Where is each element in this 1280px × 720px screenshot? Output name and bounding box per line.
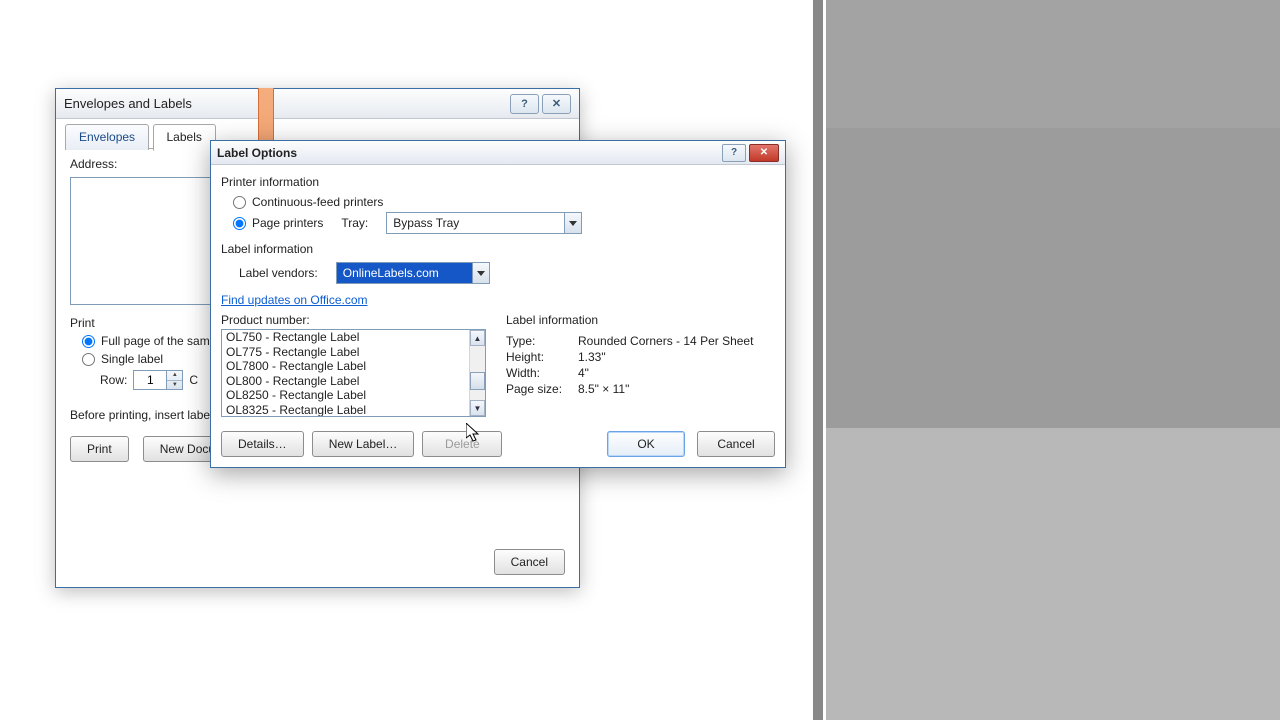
new-label-button[interactable]: New Label… — [312, 431, 415, 457]
radio-continuous-input[interactable] — [233, 196, 246, 209]
cancel-button[interactable]: Cancel — [494, 549, 565, 575]
width-label: Width: — [506, 365, 578, 381]
spin-down-icon[interactable]: ▼ — [167, 381, 182, 390]
tray-value: Bypass Tray — [387, 213, 564, 233]
help-button[interactable]: ? — [510, 94, 539, 114]
radio-continuous-feed[interactable]: Continuous-feed printers — [233, 195, 775, 209]
label-options-dialog: Label Options ? ✕ Printer information Co… — [210, 140, 786, 468]
label-detail-header: Label information — [506, 313, 775, 327]
list-item[interactable]: OL750 - Rectangle Label — [222, 330, 469, 345]
help-button[interactable]: ? — [722, 144, 746, 162]
pagesize-value: 8.5" × 11" — [578, 381, 753, 397]
height-value: 1.33" — [578, 349, 753, 365]
list-item[interactable]: OL8250 - Rectangle Label — [222, 388, 469, 403]
cancel-button[interactable]: Cancel — [697, 431, 775, 457]
dialog-title: Envelopes and Labels — [64, 96, 192, 111]
tray-label: Tray: — [341, 216, 368, 230]
details-button[interactable]: Details… — [221, 431, 304, 457]
close-button[interactable]: ✕ — [542, 94, 571, 114]
vendors-label: Label vendors: — [239, 266, 318, 280]
label-info-label: Label information — [221, 242, 775, 256]
radio-single-label-input[interactable] — [82, 353, 95, 366]
list-item[interactable]: OL800 - Rectangle Label — [222, 374, 469, 389]
scroll-up-icon[interactable]: ▲ — [470, 330, 485, 346]
tray-select[interactable]: Bypass Tray — [386, 212, 582, 234]
dialog-titlebar[interactable]: Label Options ? ✕ — [211, 141, 785, 165]
pagesize-label: Page size: — [506, 381, 578, 397]
product-number-label: Product number: — [221, 313, 486, 327]
vendors-select[interactable]: OnlineLabels.com — [336, 262, 490, 284]
chevron-down-icon[interactable] — [472, 263, 489, 283]
delete-button: Delete — [422, 431, 502, 457]
product-list[interactable]: OL750 - Rectangle Label OL775 - Rectangl… — [221, 329, 486, 417]
type-label: Type: — [506, 333, 578, 349]
dialog-title: Label Options — [217, 146, 297, 160]
row-spinner[interactable]: ▲▼ — [133, 370, 183, 390]
radio-full-page-input[interactable] — [82, 335, 95, 348]
list-item[interactable]: OL7800 - Rectangle Label — [222, 359, 469, 374]
scroll-down-icon[interactable]: ▼ — [470, 400, 485, 416]
print-button[interactable]: Print — [70, 436, 129, 462]
ok-button[interactable]: OK — [607, 431, 685, 457]
spin-up-icon[interactable]: ▲ — [167, 371, 182, 381]
radio-page-printers-input[interactable] — [233, 217, 246, 230]
close-button[interactable]: ✕ — [749, 144, 779, 162]
width-value: 4" — [578, 365, 753, 381]
tab-envelopes[interactable]: Envelopes — [65, 124, 149, 150]
list-item[interactable]: OL775 - Rectangle Label — [222, 345, 469, 360]
printer-info-label: Printer information — [221, 175, 775, 189]
list-item[interactable]: OL8325 - Rectangle Label — [222, 403, 469, 417]
row-input[interactable] — [133, 370, 167, 390]
radio-page-printers[interactable]: Page printers — [233, 216, 323, 230]
background-panel — [826, 0, 1280, 720]
vendors-value: OnlineLabels.com — [337, 263, 472, 283]
dialog-titlebar[interactable]: Envelopes and Labels ? ✕ — [56, 89, 579, 119]
type-value: Rounded Corners - 14 Per Sheet — [578, 333, 753, 349]
column-label: C — [189, 373, 198, 387]
scrollbar[interactable]: ▲ ▼ — [469, 330, 485, 416]
height-label: Height: — [506, 349, 578, 365]
vertical-divider — [813, 0, 823, 720]
tab-labels[interactable]: Labels — [153, 124, 216, 151]
row-label: Row: — [100, 373, 127, 387]
scroll-thumb[interactable] — [470, 372, 485, 390]
chevron-down-icon[interactable] — [564, 213, 581, 233]
office-updates-link[interactable]: Find updates on Office.com — [221, 293, 368, 307]
